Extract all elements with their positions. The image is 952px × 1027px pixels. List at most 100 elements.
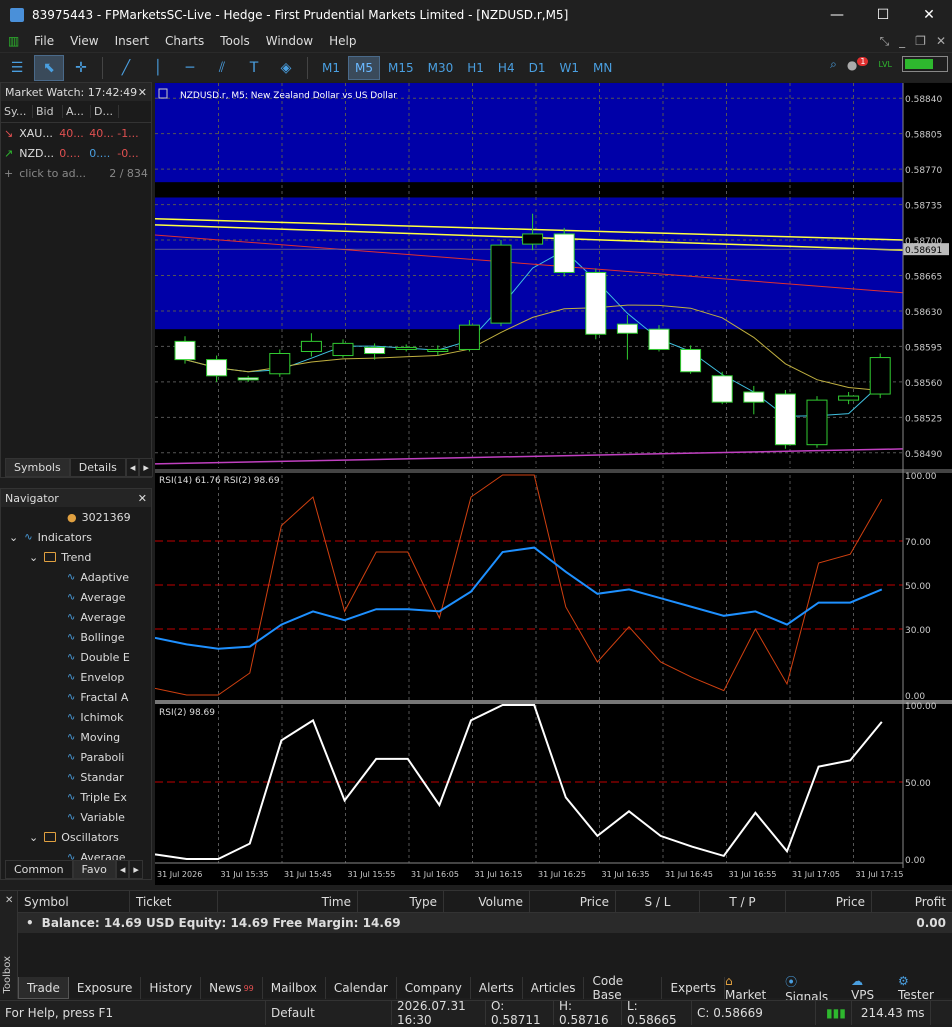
mdi-minimize-icon[interactable]: _ <box>899 34 905 48</box>
profile-name[interactable]: Default <box>266 1000 392 1025</box>
tab-calendar[interactable]: Calendar <box>326 977 397 999</box>
indicator-item[interactable]: ∿ Paraboli <box>1 747 151 767</box>
col-time[interactable]: Time <box>218 890 358 913</box>
text-icon[interactable]: T <box>239 55 269 81</box>
shapes-icon[interactable]: ◈ <box>271 55 301 81</box>
indicators-item[interactable]: ⌄ ∿ Indicators <box>1 527 151 547</box>
tab-common[interactable]: Common <box>5 859 73 879</box>
menu-file[interactable]: File <box>26 34 62 48</box>
indicator-item[interactable]: ∿ Triple Ex <box>1 787 151 807</box>
tab-tester[interactable]: ⚙ Tester <box>898 974 946 1002</box>
col-ask[interactable]: A... <box>63 105 91 118</box>
indicator-item[interactable]: ∿ Double E <box>1 647 151 667</box>
market-watch-row[interactable]: ↘ XAU... 40... 40... -1... <box>1 123 151 143</box>
tab-experts[interactable]: Experts <box>662 977 726 999</box>
indicator-item[interactable]: ∿ Ichimok <box>1 707 151 727</box>
scroll-left-icon[interactable]: ◂ <box>125 457 140 477</box>
tab-news[interactable]: News 99 <box>201 977 263 999</box>
close-icon[interactable]: ✕ <box>138 492 147 505</box>
indicator-item[interactable]: ∿ Envelop <box>1 667 151 687</box>
indicator-item[interactable]: ∿ Average <box>1 607 151 627</box>
menu-window[interactable]: Window <box>258 34 321 48</box>
indicator-item[interactable]: ∿ Average <box>1 587 151 607</box>
scroll-right-icon[interactable]: ▸ <box>139 457 153 477</box>
col-sl[interactable]: S / L <box>616 890 700 913</box>
col-symbol[interactable]: Symbol <box>18 890 130 913</box>
trend-item[interactable]: ⌄ Trend <box>1 547 151 567</box>
col-bid[interactable]: Bid <box>33 105 63 118</box>
tf-h4[interactable]: H4 <box>492 56 521 80</box>
tab-signals[interactable]: ⦿ Signals <box>785 973 841 1004</box>
balance-row[interactable]: • Balance: 14.69 USD Equity: 14.69 Free … <box>18 913 952 933</box>
tf-m5[interactable]: M5 <box>348 55 380 80</box>
tab-exposure[interactable]: Exposure <box>69 977 142 999</box>
tf-m15[interactable]: M15 <box>382 56 420 80</box>
tab-symbols[interactable]: Symbols <box>5 457 70 477</box>
maximize-icon[interactable]: ☐ <box>860 0 906 30</box>
tab-company[interactable]: Company <box>397 977 471 999</box>
tab-mailbox[interactable]: Mailbox <box>263 977 326 999</box>
market-watch-row[interactable]: ↗ NZD... 0.... 0.... -0... <box>1 143 151 163</box>
menu-charts[interactable]: Charts <box>157 34 212 48</box>
scroll-left-icon[interactable]: ◂ <box>115 859 130 879</box>
close-icon[interactable]: ✕ <box>906 0 952 30</box>
menu-tools[interactable]: Tools <box>212 34 258 48</box>
tab-alerts[interactable]: Alerts <box>471 977 523 999</box>
vertical-line-icon[interactable]: │ <box>143 55 173 81</box>
level-icon[interactable]: LVL <box>878 60 892 69</box>
tab-details[interactable]: Details <box>69 457 126 477</box>
oscillators-item[interactable]: ⌄ Oscillators <box>1 827 151 847</box>
menu-lines-icon[interactable]: ☰ <box>2 55 32 81</box>
menu-insert[interactable]: Insert <box>107 34 157 48</box>
col-volume[interactable]: Volume <box>444 890 530 913</box>
indicator-item[interactable]: ∿ Fractal A <box>1 687 151 707</box>
cursor-icon[interactable]: ⬉ <box>34 54 64 81</box>
horizontal-line-icon[interactable]: ─ <box>175 55 205 81</box>
indicator-item[interactable]: ∿ Bollinge <box>1 627 151 647</box>
mdi-restore-icon[interactable]: ❐ <box>915 34 926 48</box>
channel-icon[interactable]: ⫽ <box>207 55 237 81</box>
tab-articles[interactable]: Articles <box>523 977 585 999</box>
tf-d1[interactable]: D1 <box>523 56 552 80</box>
tf-m30[interactable]: M30 <box>422 56 460 80</box>
col-ticket[interactable]: Ticket <box>130 890 218 913</box>
col-profit[interactable]: Profit <box>872 891 952 913</box>
minimize-icon[interactable]: — <box>814 0 860 30</box>
tab-trade[interactable]: Trade <box>18 977 69 999</box>
tf-m1[interactable]: M1 <box>316 56 346 80</box>
col-price[interactable]: Price <box>530 890 616 913</box>
tab-vps[interactable]: ☁ VPS <box>851 974 888 1002</box>
indicator-item[interactable]: ∿ Adaptive <box>1 567 151 587</box>
close-icon[interactable]: ✕ <box>5 895 13 906</box>
account-item[interactable]: ● 3021369 <box>1 507 151 527</box>
price-chart[interactable]: 0.588400.588050.587700.587350.587000.586… <box>155 83 952 885</box>
candle-body <box>522 233 544 245</box>
col-tp[interactable]: T / P <box>700 890 786 913</box>
add-symbol-row[interactable]: + click to ad... 2 / 834 <box>1 163 151 183</box>
search-icon[interactable]: ⌕ <box>830 57 837 72</box>
close-icon[interactable]: ✕ <box>138 86 147 99</box>
tab-codebase[interactable]: Code Base <box>584 974 663 1002</box>
scroll-right-icon[interactable]: ▸ <box>129 859 143 879</box>
trendline-icon[interactable]: ╱ <box>111 55 141 81</box>
tf-h1[interactable]: H1 <box>461 56 490 80</box>
tf-w1[interactable]: W1 <box>553 56 585 80</box>
chart-window[interactable]: 0.58840 0.58805 0.58770 0.58735 0.58700 0.586… <box>155 83 952 885</box>
indicator-item[interactable]: ∿ Standar <box>1 767 151 787</box>
menu-help[interactable]: Help <box>321 34 364 48</box>
col-symbol[interactable]: Sy... <box>1 105 33 118</box>
tab-market[interactable]: ⌂ Market <box>725 974 775 1002</box>
pin-icon[interactable]: ⤡ <box>880 34 890 49</box>
notification-icon[interactable]: ● 1 <box>847 56 869 72</box>
tab-favorites[interactable]: Favo <box>72 859 116 879</box>
menu-view[interactable]: View <box>62 34 106 48</box>
col-change[interactable]: D... <box>91 105 119 118</box>
col-price2[interactable]: Price <box>786 890 872 913</box>
tab-history[interactable]: History <box>141 977 202 999</box>
tf-mn[interactable]: MN <box>587 56 618 80</box>
col-type[interactable]: Type <box>358 890 444 913</box>
indicator-item[interactable]: ∿ Variable <box>1 807 151 827</box>
indicator-item[interactable]: ∿ Moving <box>1 727 151 747</box>
crosshair-icon[interactable]: ✛ <box>66 55 96 81</box>
mdi-close-icon[interactable]: ✕ <box>936 34 946 48</box>
